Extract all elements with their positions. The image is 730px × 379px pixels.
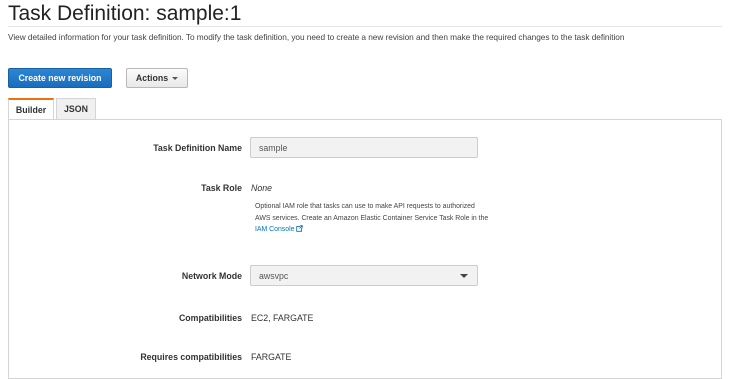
network-mode-label: Network Mode [181,271,242,281]
create-new-revision-button[interactable]: Create new revision [8,68,112,88]
page-title: Task Definition: sample:1 [8,2,242,25]
requires-compatibilities-value: FARGATE [251,352,292,362]
task-definition-name-value: sample [259,142,288,153]
tab-json[interactable]: JSON [56,98,96,119]
create-new-revision-label: Create new revision [18,73,102,83]
tab-builder[interactable]: Builder [8,98,54,119]
compatibilities-label: Compatibilities [178,313,242,323]
task-definition-name-field: sample [250,137,478,158]
iam-console-link[interactable]: IAM Console [255,225,304,233]
caret-down-icon [172,76,179,80]
chevron-down-icon [460,274,468,278]
task-role-label: Task Role [201,183,242,193]
task-definition-name-label: Task Definition Name [153,143,242,153]
title-divider [8,26,722,27]
actions-dropdown-button[interactable]: Actions [126,68,188,88]
network-mode-select[interactable]: awsvpc [250,265,478,286]
actions-label: Actions [135,73,169,83]
iam-console-link-label: IAM Console [255,226,295,233]
task-role-help-body: Optional IAM role that tasks can use to … [255,203,489,222]
task-role-help-text: Optional IAM role that tasks can use to … [255,201,491,236]
tab-json-label: JSON [64,104,88,114]
external-link-icon [296,225,304,232]
builder-panel [8,119,722,379]
compatibilities-value: EC2, FARGATE [251,313,314,323]
task-role-value: None [251,183,273,193]
requires-compatibilities-label: Requires compatibilities [140,352,242,362]
page-description: View detailed information for your task … [8,32,625,42]
network-mode-value: awsvpc [259,270,289,281]
tab-builder-label: Builder [15,104,47,115]
